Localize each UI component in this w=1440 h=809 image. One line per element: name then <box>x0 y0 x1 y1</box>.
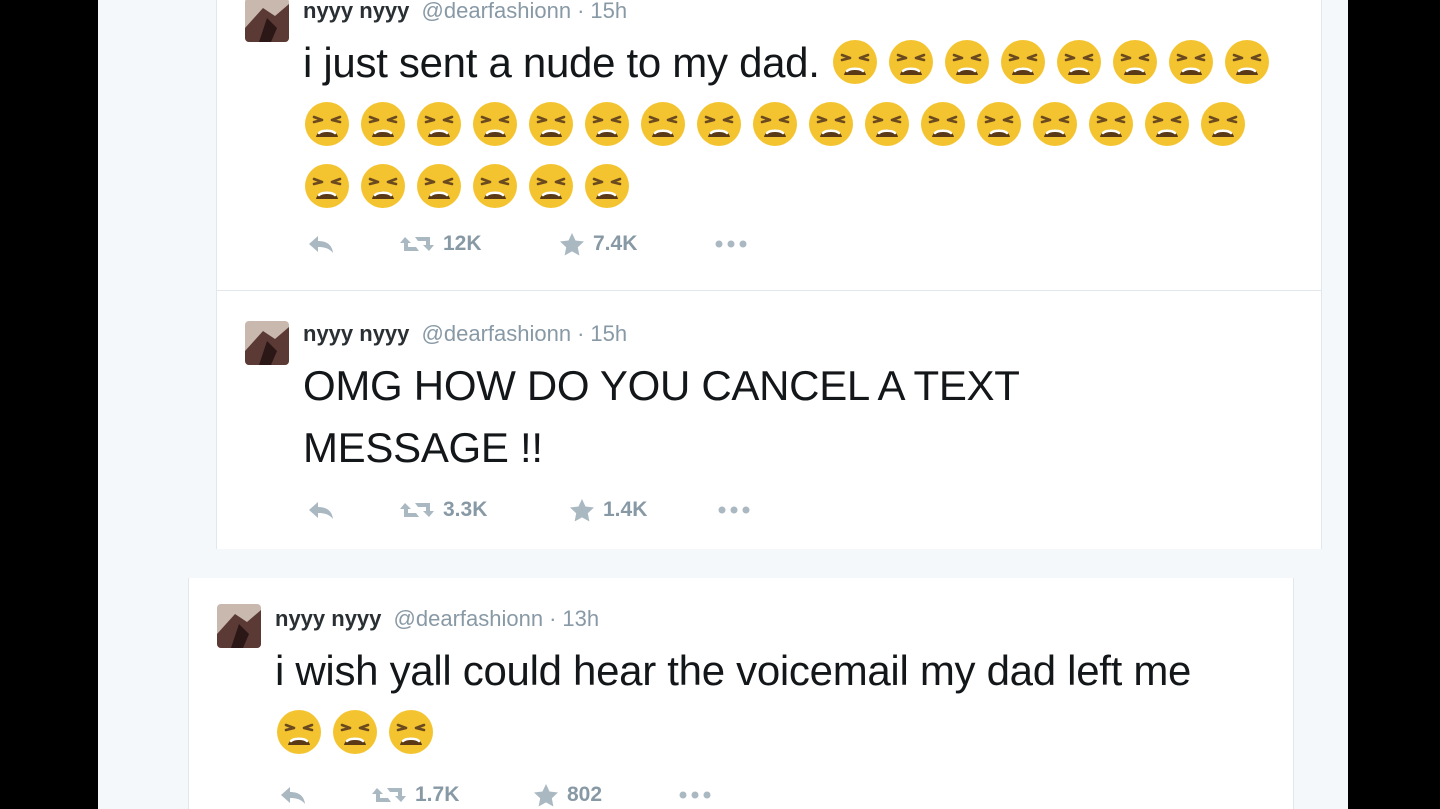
reply-button[interactable] <box>307 499 399 521</box>
weary-face-emoji-icon <box>975 100 1023 148</box>
weary-face-emoji-icon <box>695 100 743 148</box>
weary-face-emoji-icon <box>1199 100 1247 148</box>
weary-face-emoji-icon <box>1111 38 1159 86</box>
weary-face-emoji-icon <box>331 708 379 756</box>
weary-face-emoji-icon <box>1143 100 1191 148</box>
weary-face-emoji-icon <box>471 162 519 210</box>
weary-face-emoji-icon <box>1031 100 1079 148</box>
more-icon <box>678 790 722 800</box>
weary-face-emoji-icon <box>359 162 407 210</box>
weary-face-emoji-icon <box>471 100 519 148</box>
more-icon <box>717 505 761 515</box>
favorite-button[interactable]: 7.4K <box>559 232 714 256</box>
retweet-button[interactable]: 1.7K <box>371 783 533 807</box>
fullname[interactable]: nyyy nyyy <box>275 606 381 631</box>
tweet-actions: 3.3K 1.4K <box>307 498 761 522</box>
tweet-actions: 1.7K 802 <box>279 783 722 807</box>
tweet-actions: 12K 7.4K <box>307 232 758 256</box>
retweet-count: 12K <box>443 232 482 255</box>
retweet-icon <box>371 784 415 806</box>
reply-button[interactable] <box>307 233 399 255</box>
avatar[interactable] <box>245 0 289 42</box>
reply-icon <box>307 233 343 255</box>
reply-icon <box>279 784 315 806</box>
tweet-text: OMG HOW DO YOU CANCEL A TEXT MESSAGE !! <box>303 355 1163 479</box>
timestamp[interactable]: 15h <box>590 321 627 346</box>
username[interactable]: @dearfashionn <box>422 321 572 346</box>
timeline: nyyy nyyy @dearfashionn · 15h i just sent … <box>98 0 1348 809</box>
weary-face-emoji-icon <box>527 162 575 210</box>
weary-face-emoji-icon <box>583 100 631 148</box>
retweet-count: 1.7K <box>415 783 460 806</box>
tweet-text: i just sent a nude to my dad. <box>303 32 1303 218</box>
tweet-text-body: i wish yall could hear the voicemail my … <box>275 647 1192 694</box>
weary-face-emoji-icon <box>1223 38 1271 86</box>
favorite-button[interactable]: 802 <box>533 783 678 807</box>
tweet-card-1[interactable]: nyyy nyyy @dearfashionn · 15h i just sent … <box>216 0 1322 291</box>
avatar[interactable] <box>245 321 289 365</box>
weary-face-emoji-icon <box>1055 38 1103 86</box>
weary-face-emoji-icon <box>807 100 855 148</box>
header-separator: · <box>577 0 585 23</box>
retweet-button[interactable]: 12K <box>399 232 559 256</box>
favorite-count: 7.4K <box>593 232 638 255</box>
tweet-header: nyyy nyyy @dearfashionn · 15h <box>303 321 627 347</box>
reply-button[interactable] <box>279 784 371 806</box>
weary-face-emoji-icon <box>919 100 967 148</box>
tweet-text-body: i just sent a nude to my dad. <box>303 39 820 86</box>
favorite-count: 1.4K <box>603 498 648 521</box>
favorite-count: 802 <box>567 783 603 806</box>
more-button[interactable] <box>714 239 758 249</box>
weary-face-emoji-icon <box>863 100 911 148</box>
more-icon <box>714 239 758 249</box>
more-button[interactable] <box>717 505 761 515</box>
star-icon <box>569 498 603 522</box>
weary-face-emoji-icon <box>303 100 351 148</box>
retweet-icon <box>399 499 443 521</box>
header-separator: · <box>577 321 585 346</box>
header-separator: · <box>549 606 557 631</box>
avatar[interactable] <box>217 604 261 648</box>
weary-face-emoji-icon <box>415 162 463 210</box>
tweet-text-body: OMG HOW DO YOU CANCEL A TEXT MESSAGE !! <box>303 362 1019 471</box>
weary-face-emoji-icon <box>751 100 799 148</box>
favorite-button[interactable]: 1.4K <box>569 498 717 522</box>
emoji-group <box>275 709 443 756</box>
star-icon <box>559 232 593 256</box>
retweet-icon <box>399 233 443 255</box>
timestamp[interactable]: 15h <box>590 0 627 23</box>
reply-icon <box>307 499 343 521</box>
tweet-text: i wish yall could hear the voicemail my … <box>275 640 1255 764</box>
weary-face-emoji-icon <box>359 100 407 148</box>
weary-face-emoji-icon <box>583 162 631 210</box>
username[interactable]: @dearfashionn <box>394 606 544 631</box>
weary-face-emoji-icon <box>303 162 351 210</box>
weary-face-emoji-icon <box>275 708 323 756</box>
fullname[interactable]: nyyy nyyy <box>303 0 409 23</box>
retweet-count: 3.3K <box>443 498 488 521</box>
weary-face-emoji-icon <box>999 38 1047 86</box>
weary-face-emoji-icon <box>887 38 935 86</box>
fullname[interactable]: nyyy nyyy <box>303 321 409 346</box>
more-button[interactable] <box>678 790 722 800</box>
weary-face-emoji-icon <box>1087 100 1135 148</box>
star-icon <box>533 783 567 807</box>
weary-face-emoji-icon <box>943 38 991 86</box>
weary-face-emoji-icon <box>639 100 687 148</box>
timestamp[interactable]: 13h <box>562 606 599 631</box>
weary-face-emoji-icon <box>527 100 575 148</box>
tweet-header: nyyy nyyy @dearfashionn · 15h <box>303 0 627 24</box>
weary-face-emoji-icon <box>831 38 879 86</box>
tweet-card-2[interactable]: nyyy nyyy @dearfashionn · 15h OMG HOW DO Y… <box>216 291 1322 549</box>
tweet-header: nyyy nyyy @dearfashionn · 13h <box>275 606 599 632</box>
tweet-card-3[interactable]: nyyy nyyy @dearfashionn · 13h i wish yall … <box>188 578 1294 809</box>
retweet-button[interactable]: 3.3K <box>399 498 569 522</box>
username[interactable]: @dearfashionn <box>422 0 572 23</box>
weary-face-emoji-icon <box>415 100 463 148</box>
weary-face-emoji-icon <box>1167 38 1215 86</box>
weary-face-emoji-icon <box>387 708 435 756</box>
